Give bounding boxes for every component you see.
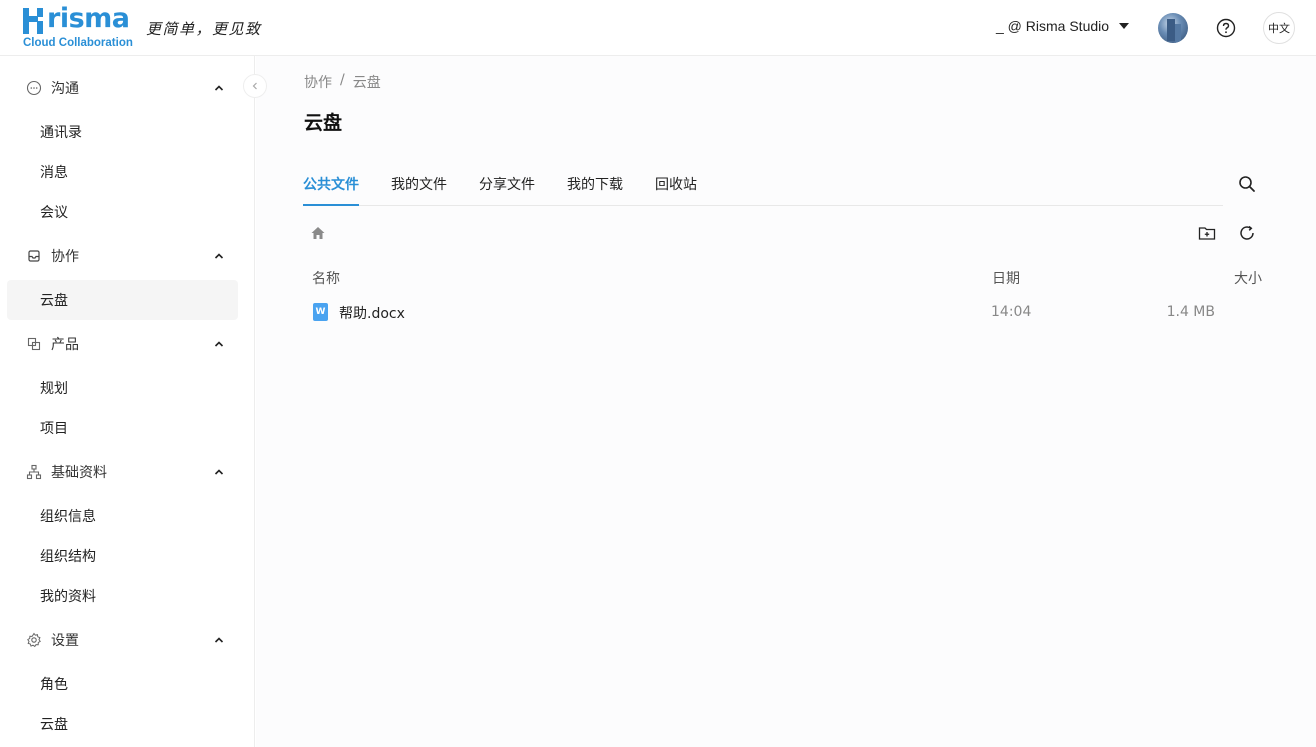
logo-mark-icon bbox=[23, 8, 45, 34]
new-folder-icon[interactable] bbox=[1198, 224, 1216, 242]
column-header-date[interactable]: 日期 bbox=[992, 268, 1020, 288]
tab-my-files[interactable]: 我的文件 bbox=[391, 174, 447, 206]
top-header: risma Cloud Collaboration 更简单，更见致 _ @ Ri… bbox=[0, 0, 1316, 56]
org-tree-icon bbox=[26, 464, 42, 480]
sidebar-item-projects[interactable]: 项目 bbox=[7, 408, 238, 448]
sidebar-item-org-info[interactable]: 组织信息 bbox=[7, 496, 238, 536]
page-title: 云盘 bbox=[304, 112, 343, 134]
user-avatar[interactable] bbox=[1158, 13, 1188, 43]
sidebar-group-communication[interactable]: 沟通 bbox=[0, 68, 255, 108]
sidebar-item-cloud-drive-settings[interactable]: 云盘 bbox=[7, 704, 238, 744]
sidebar-collapse-button[interactable] bbox=[243, 74, 267, 98]
chevron-up-icon bbox=[213, 82, 225, 94]
sidebar-group-collaboration[interactable]: 协作 bbox=[0, 236, 255, 276]
chevron-up-icon bbox=[213, 338, 225, 350]
sidebar-item-roles[interactable]: 角色 bbox=[7, 664, 238, 704]
caret-down-icon bbox=[1119, 23, 1130, 29]
breadcrumb-item-cloud-drive: 云盘 bbox=[352, 75, 381, 91]
copy-layers-icon bbox=[26, 336, 42, 352]
breadcrumb-separator: / bbox=[340, 72, 345, 88]
tab-shared-files[interactable]: 分享文件 bbox=[479, 174, 535, 206]
home-icon[interactable] bbox=[310, 225, 326, 241]
table-row[interactable]: W 帮助.docx 14:04 1.4 MB bbox=[303, 296, 1223, 330]
column-header-name[interactable]: 名称 bbox=[312, 268, 340, 288]
sidebar-item-org-structure[interactable]: 组织结构 bbox=[7, 536, 238, 576]
tab-recycle-bin[interactable]: 回收站 bbox=[655, 174, 697, 206]
sidebar-group-basic-data[interactable]: 基础资料 bbox=[0, 452, 255, 492]
sidebar-group-label: 产品 bbox=[51, 337, 79, 353]
tab-my-downloads[interactable]: 我的下载 bbox=[567, 174, 623, 206]
file-size: 1.4 MB bbox=[1166, 304, 1215, 320]
organization-label: _ @ Risma Studio bbox=[996, 18, 1110, 34]
sidebar-item-my-profile[interactable]: 我的资料 bbox=[7, 576, 238, 616]
chat-bubble-icon bbox=[26, 80, 42, 96]
file-date: 14:04 bbox=[991, 304, 1032, 320]
help-icon[interactable] bbox=[1216, 18, 1236, 38]
sidebar-group-label: 设置 bbox=[51, 633, 79, 649]
chevron-up-icon bbox=[213, 250, 225, 262]
sidebar-group-label: 沟通 bbox=[51, 81, 79, 97]
sidebar-item-planning[interactable]: 规划 bbox=[7, 368, 238, 408]
sidebar-group-settings[interactable]: 设置 bbox=[0, 620, 255, 660]
chevron-up-icon bbox=[213, 466, 225, 478]
language-switch-button[interactable]: 中文 bbox=[1263, 12, 1295, 44]
slogan: 更简单，更见致 bbox=[146, 20, 262, 38]
file-name[interactable]: 帮助.docx bbox=[339, 303, 405, 323]
risma-logo[interactable]: risma Cloud Collaboration bbox=[23, 3, 133, 51]
word-document-icon: W bbox=[313, 303, 328, 321]
sidebar-item-messages[interactable]: 消息 bbox=[7, 152, 238, 192]
sidebar: 沟通 通讯录 消息 会议 协作 云盘 产品 规划 项目 基础资料 组织信息 组织… bbox=[0, 56, 255, 747]
logo-subtitle: Cloud Collaboration bbox=[23, 37, 133, 49]
tab-public-files[interactable]: 公共文件 bbox=[303, 174, 359, 206]
file-tabs: 公共文件 我的文件 分享文件 我的下载 回收站 bbox=[303, 164, 1223, 206]
gear-icon bbox=[26, 632, 42, 648]
organization-select[interactable]: _ @ Risma Studio bbox=[996, 18, 1130, 34]
logo-text: risma bbox=[47, 3, 130, 34]
refresh-icon[interactable] bbox=[1238, 224, 1256, 242]
breadcrumb-item-collaboration[interactable]: 协作 bbox=[304, 72, 332, 92]
sidebar-group-label: 协作 bbox=[51, 249, 79, 265]
sidebar-item-cloud-drive[interactable]: 云盘 bbox=[7, 280, 238, 320]
sidebar-item-meetings[interactable]: 会议 bbox=[7, 192, 238, 232]
main-content: 协作 / 云盘 云盘 公共文件 我的文件 分享文件 我的下载 回收站 名称 日期… bbox=[256, 56, 1316, 747]
sidebar-group-product[interactable]: 产品 bbox=[0, 324, 255, 364]
sidebar-item-contacts[interactable]: 通讯录 bbox=[7, 112, 238, 152]
column-header-size[interactable]: 大小 bbox=[1234, 268, 1262, 288]
chevron-up-icon bbox=[213, 634, 225, 646]
sidebar-group-label: 基础资料 bbox=[51, 465, 107, 481]
inbox-icon bbox=[26, 248, 42, 264]
search-icon[interactable] bbox=[1238, 175, 1256, 193]
breadcrumb: 协作 / 云盘 bbox=[304, 72, 381, 92]
